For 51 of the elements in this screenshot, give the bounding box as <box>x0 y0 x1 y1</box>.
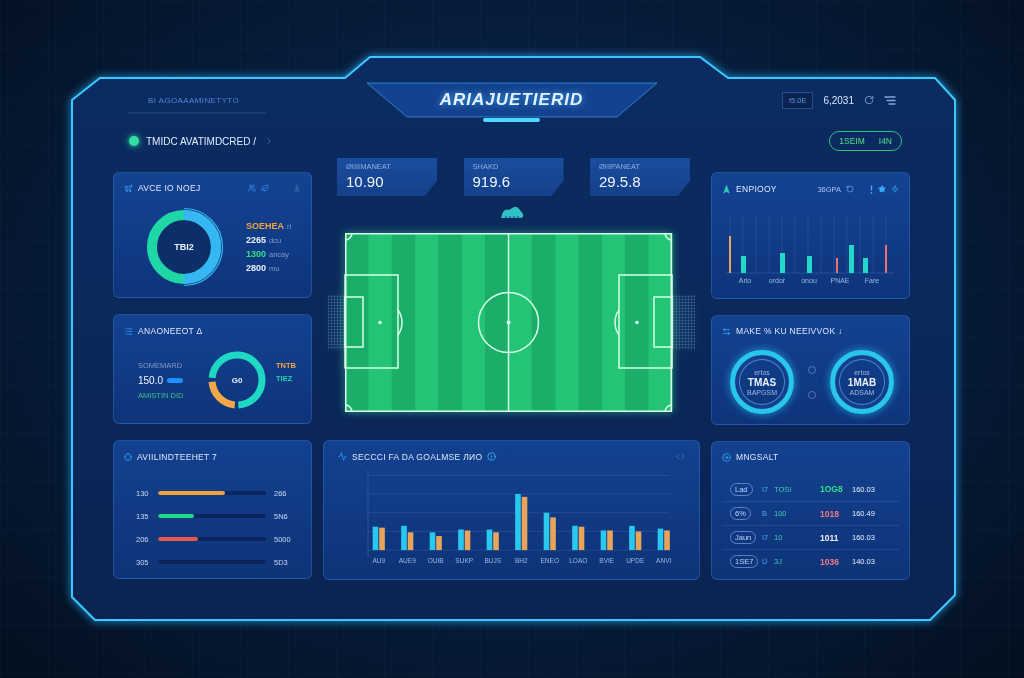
plane-icon <box>124 183 133 193</box>
panel-title: MAKE % KU NEEIVVOK ↓ <box>736 326 843 336</box>
metric-value: SOEHEA <box>246 221 284 231</box>
dashboard-title: ARIAJUETIERID <box>439 90 584 110</box>
header-reading: 6,2031 <box>823 94 854 106</box>
donut-chart <box>206 349 268 411</box>
metric-value: 1300 <box>246 249 267 259</box>
users-icon[interactable] <box>248 184 256 192</box>
list-icon <box>124 326 133 336</box>
panel-title: ANAONEEOT Δ <box>138 326 203 336</box>
panel-title: AVCE IO NOEJ <box>138 183 201 193</box>
chevron-right-icon[interactable] <box>264 136 274 146</box>
pill-text: I4N <box>878 136 892 146</box>
stat-value: 919.6 <box>472 173 512 190</box>
panel-title: ENPIOOY <box>736 184 777 194</box>
shoe-icon <box>499 205 524 219</box>
pulse-icon <box>338 452 347 462</box>
bolt-icon[interactable] <box>891 185 899 193</box>
metric-value: 2800 <box>246 263 267 273</box>
gauge-value: TMAS <box>747 376 777 388</box>
leaf-icon[interactable] <box>261 184 269 192</box>
donut-center-label: TBI2 <box>174 242 194 252</box>
code-icon[interactable] <box>676 452 685 462</box>
status-label: TMIDC AVATIMDCRED / <box>146 135 256 147</box>
stat-value: 29.5.8 <box>599 173 642 190</box>
swap-icon <box>722 326 731 336</box>
exclamation-icon[interactable] <box>870 184 873 194</box>
arrow-circle-icon <box>722 452 731 462</box>
gauge-value: 1MAB <box>847 376 877 388</box>
refresh-icon[interactable] <box>846 185 854 193</box>
panel-title: MNGSALT <box>736 452 779 462</box>
table-cell-text: 1011 <box>820 532 840 543</box>
stat-value: 10.90 <box>346 173 385 190</box>
table-cell-text: 1OG8 <box>820 484 844 494</box>
crosshair-icon <box>124 453 132 461</box>
arrow-icon <box>722 184 731 194</box>
table-cell-text: 1036 <box>820 556 840 567</box>
refresh-icon[interactable] <box>864 95 874 105</box>
info-icon[interactable] <box>487 452 497 462</box>
table-cell-text: 1018 <box>820 508 840 519</box>
metric-value: 2265 <box>246 235 267 245</box>
pill-marker-icon <box>167 377 184 383</box>
download-icon[interactable] <box>293 184 301 192</box>
metric-value: 150.0 <box>138 374 164 386</box>
donut-center-label: G0 <box>231 375 243 385</box>
panel-title: SECCCI FA DA GOALMSE ЛИО <box>352 451 483 462</box>
dashboard-subtitle: BI AGOAAAMINETYTO <box>148 95 240 105</box>
star-icon[interactable] <box>878 185 886 193</box>
pill-text: 1SEIM <box>839 136 865 146</box>
panel-title: AVIILINDTEEHET 7 <box>137 452 218 462</box>
menu-icon[interactable] <box>884 95 896 105</box>
